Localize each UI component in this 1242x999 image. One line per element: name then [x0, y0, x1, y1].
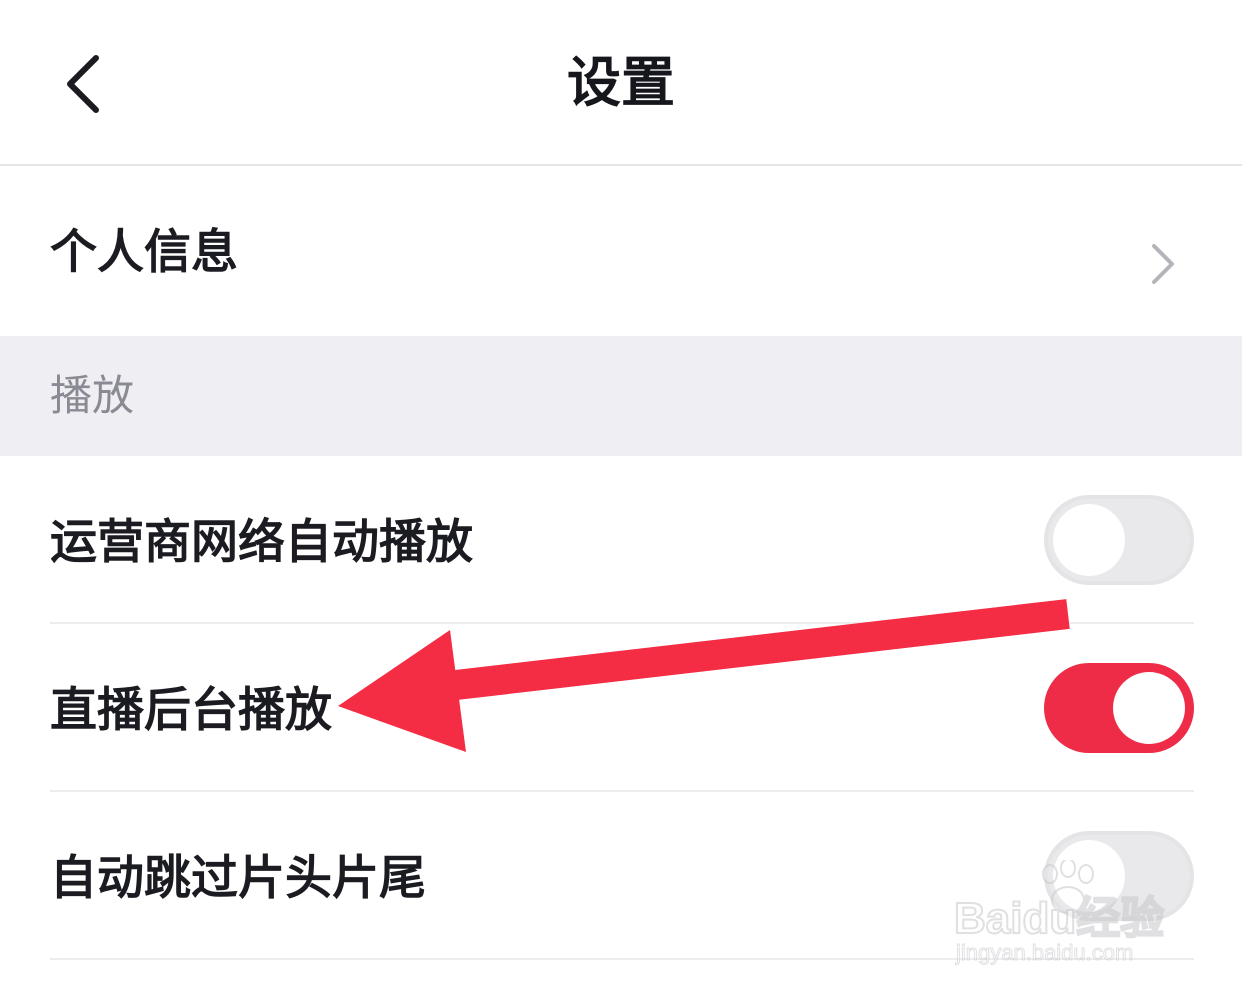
watermark-brand: Baidu经验: [953, 893, 1165, 944]
profile-row[interactable]: 个人信息: [0, 168, 1242, 336]
page-title: 设置: [567, 51, 675, 114]
setting-row-carrier-autoplay: 运营商网络自动播放: [0, 456, 1242, 624]
toggle-knob: [1113, 672, 1185, 744]
setting-label: 直播后台播放: [50, 683, 332, 738]
section-header-playback: 播放: [0, 336, 1242, 456]
chevron-right-icon: [1152, 244, 1174, 284]
watermark-logo: Baidu经验 jingyan.baidu.com: [950, 860, 1190, 980]
live-background-toggle[interactable]: [1044, 663, 1194, 753]
setting-label: 运营商网络自动播放: [50, 515, 473, 570]
setting-row-live-background: 直播后台播放: [0, 624, 1242, 792]
setting-label: 自动跳过片头片尾: [50, 851, 426, 906]
nav-bar: 设置: [0, 0, 1242, 166]
carrier-autoplay-toggle[interactable]: [1044, 495, 1194, 585]
watermark-url: jingyan.baidu.com: [955, 940, 1134, 966]
section-label: 播放: [50, 371, 135, 420]
profile-label: 个人信息: [50, 225, 238, 280]
toggle-knob: [1053, 504, 1125, 576]
